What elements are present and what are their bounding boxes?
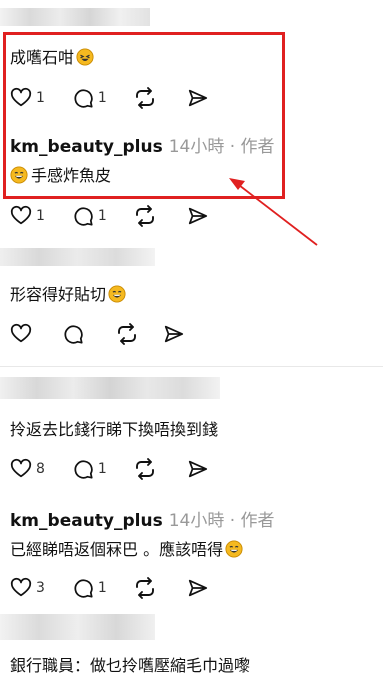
- repost-icon: [135, 577, 154, 599]
- like-button[interactable]: [10, 322, 32, 346]
- share-icon: [188, 207, 207, 225]
- reply-button[interactable]: 1: [72, 576, 107, 600]
- repost-button[interactable]: [115, 322, 139, 346]
- repost-button[interactable]: [133, 576, 157, 600]
- comment-actions: 1 1: [10, 204, 209, 228]
- comment-text: 拎返去比錢行睇下換唔換到錢: [10, 420, 219, 439]
- reply-button[interactable]: [62, 322, 84, 346]
- annotation-arrow: [229, 178, 318, 246]
- like-count: 1: [36, 208, 45, 224]
- reply-count: 1: [97, 208, 107, 224]
- reply-button[interactable]: 1: [72, 457, 107, 481]
- comment-actions: [10, 322, 185, 346]
- reply-button[interactable]: 1: [72, 204, 107, 228]
- repost-button[interactable]: [133, 204, 157, 228]
- heart-icon: [10, 205, 32, 225]
- thread-divider: [0, 366, 383, 367]
- repost-icon: [118, 323, 136, 345]
- laugh-emoji: [225, 540, 243, 558]
- comment-text: 已經睇唔返個冧巴 。應該唔得: [10, 536, 243, 560]
- repost-button[interactable]: [133, 457, 157, 481]
- like-count: 3: [36, 580, 45, 596]
- comment-header: km_beauty_plus 14小時 · 作者: [10, 506, 275, 531]
- reply-count: 1: [97, 461, 107, 477]
- heart-icon: [10, 577, 32, 597]
- heart-icon: [10, 458, 32, 478]
- comment-text: 銀行職員：做乜拎嚿壓縮毛巾過嚟: [10, 656, 251, 675]
- like-button[interactable]: 8: [10, 457, 45, 481]
- share-icon: [188, 579, 207, 597]
- share-button[interactable]: [163, 322, 185, 346]
- comment-meta: 14小時 · 作者: [168, 511, 275, 531]
- comment-actions: 8 1: [10, 457, 209, 481]
- blurred-username: [0, 8, 150, 26]
- comment-icon: [64, 325, 83, 344]
- blurred-username: [0, 377, 220, 399]
- like-button[interactable]: 1: [10, 204, 45, 228]
- comment-icon: [74, 579, 93, 598]
- blurred-username: [0, 614, 155, 640]
- repost-icon: [135, 458, 154, 480]
- like-count: 8: [36, 461, 45, 477]
- comment-text: 形容得好貼切: [10, 281, 126, 305]
- share-icon: [188, 460, 207, 478]
- reply-count: 1: [97, 580, 107, 596]
- share-button[interactable]: [187, 204, 209, 228]
- share-button[interactable]: [187, 576, 209, 600]
- share-button[interactable]: [187, 457, 209, 481]
- heart-icon: [10, 323, 32, 343]
- comment-icon: [74, 460, 93, 479]
- like-button[interactable]: 3: [10, 576, 45, 600]
- laugh-emoji: [108, 285, 126, 303]
- share-icon: [164, 325, 184, 343]
- comment-actions: 3 1: [10, 576, 209, 600]
- repost-icon: [135, 205, 154, 227]
- blurred-username: [0, 248, 155, 266]
- comment-icon: [74, 207, 93, 226]
- username[interactable]: km_beauty_plus: [10, 511, 163, 531]
